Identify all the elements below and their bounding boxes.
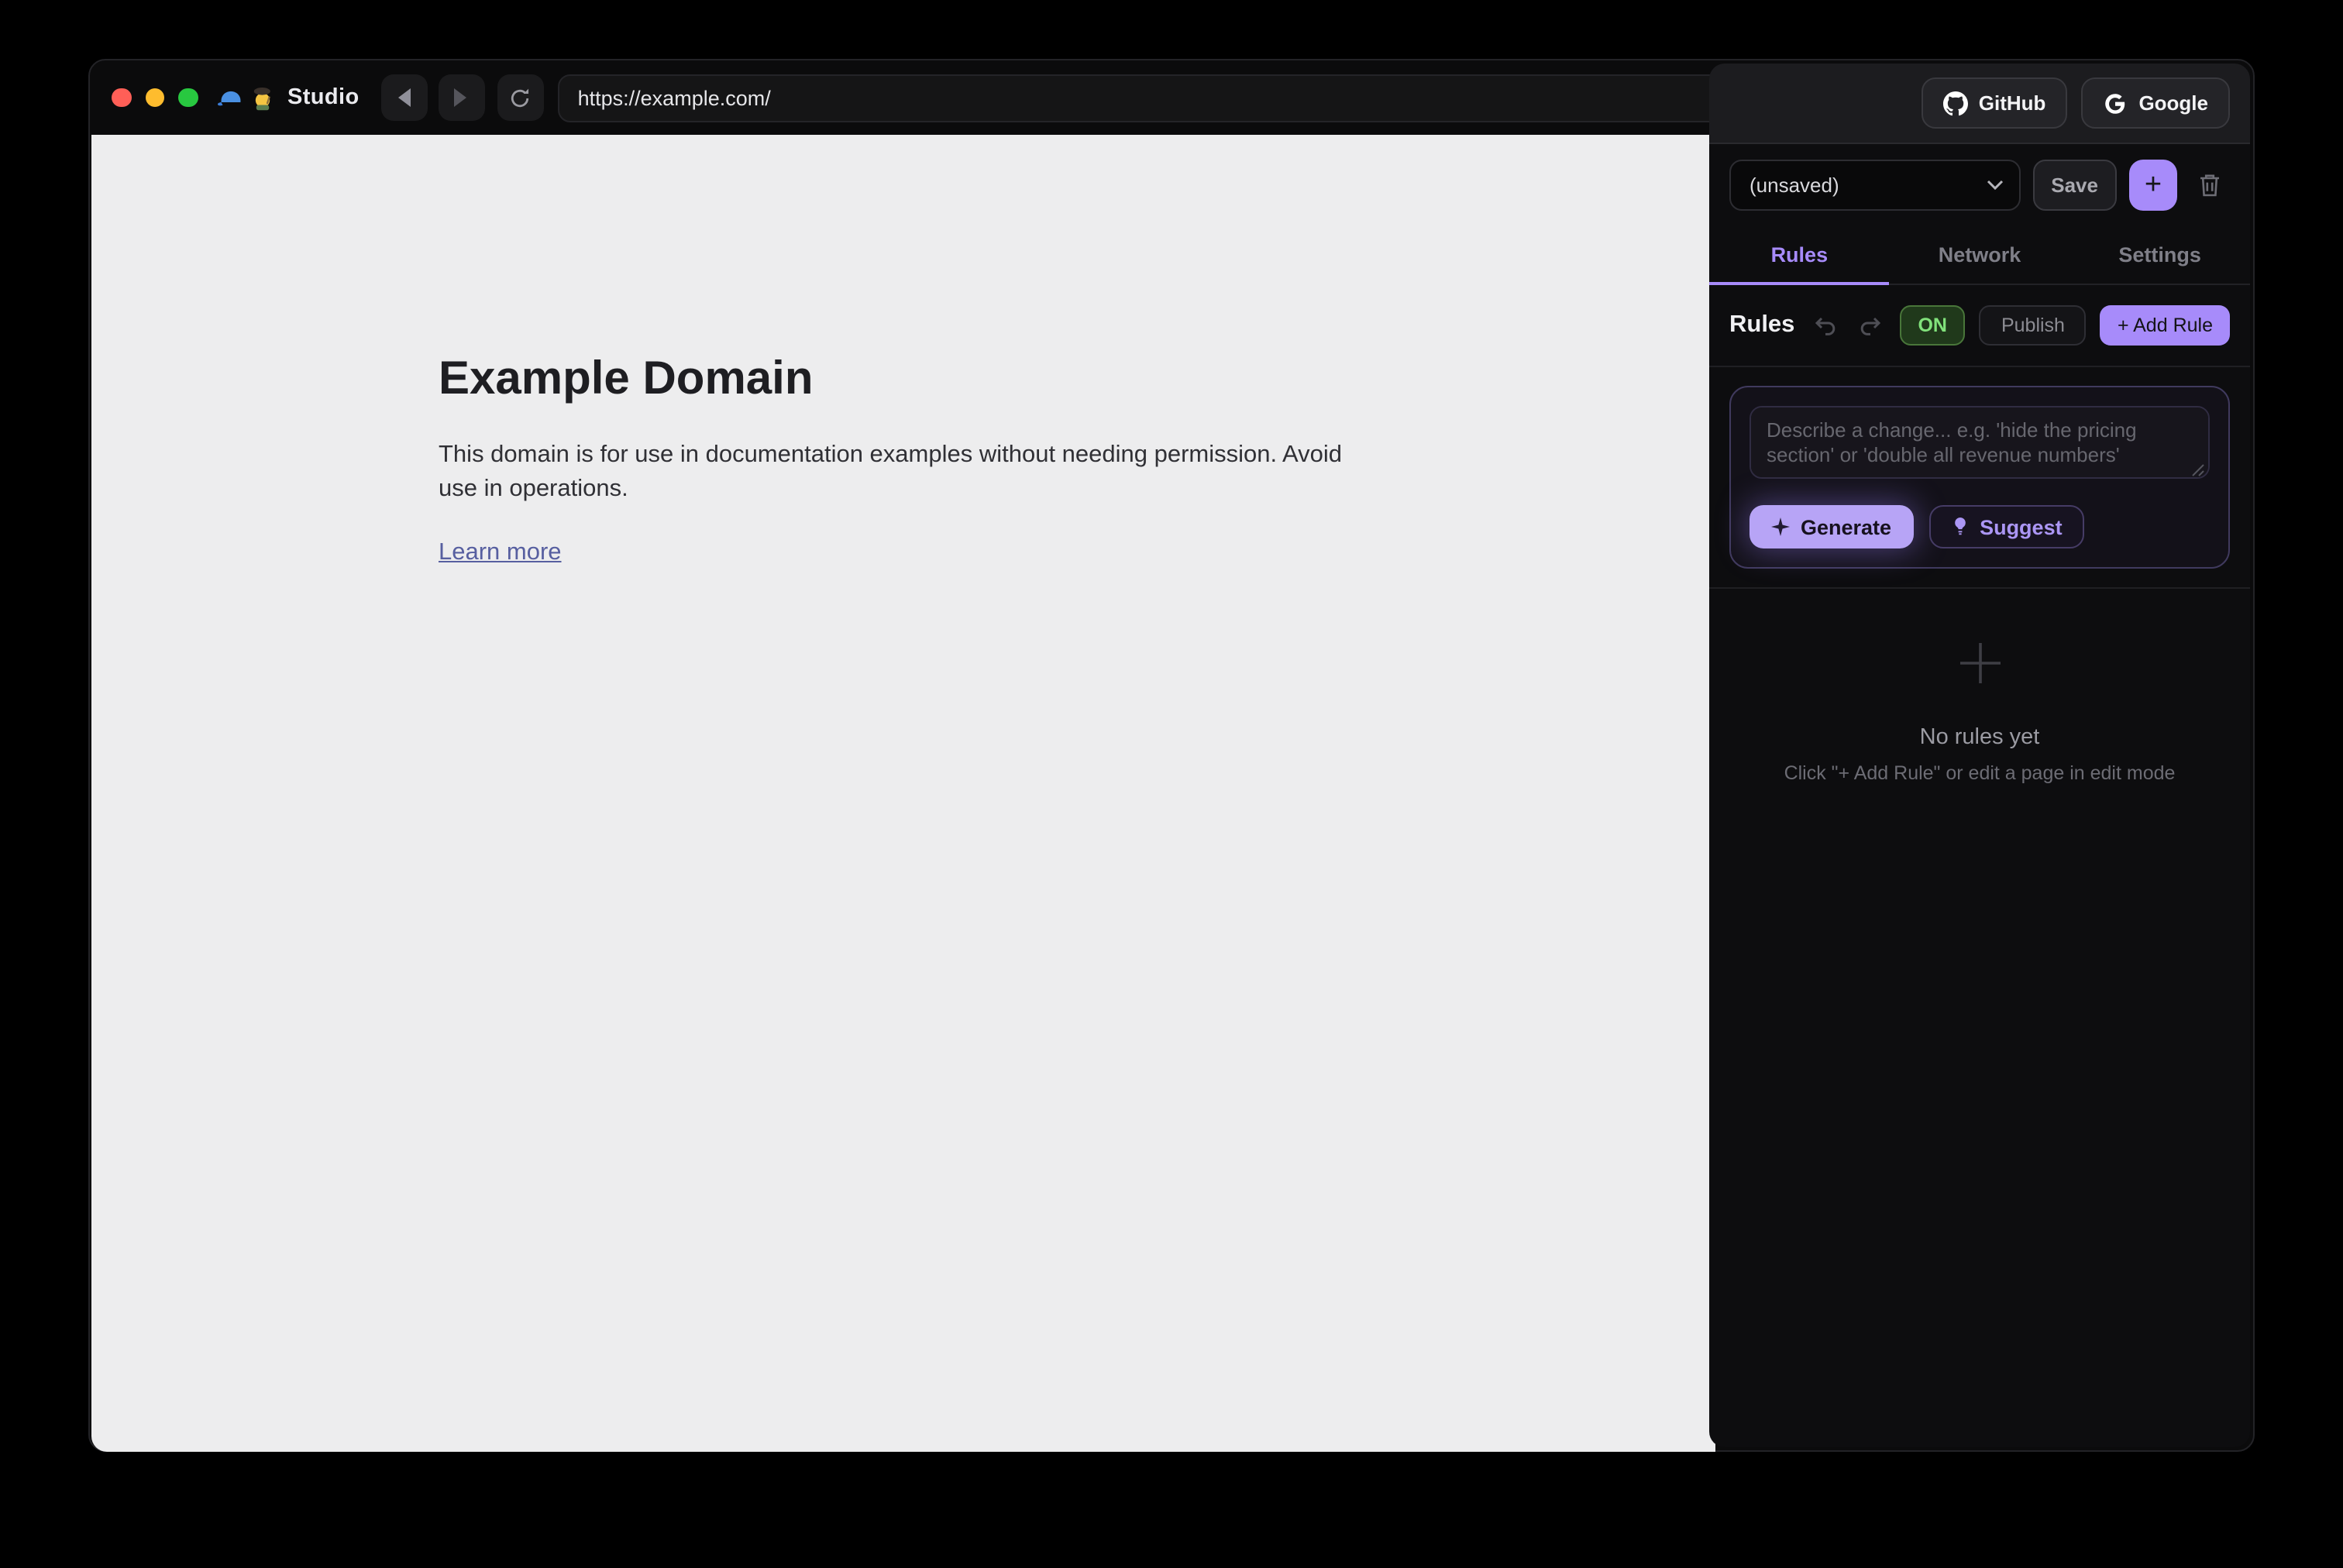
save-button[interactable]: Save [2032, 160, 2117, 211]
redo-button[interactable] [1854, 310, 1885, 341]
traffic-light-zoom[interactable] [178, 88, 198, 108]
empty-title: No rules yet [1709, 725, 2250, 750]
rules-title: Rules [1729, 311, 1794, 339]
back-button[interactable] [381, 74, 428, 121]
google-button-label: Google [2138, 91, 2208, 115]
rules-empty-state: No rules yet Click "+ Add Rule" or edit … [1709, 589, 2250, 784]
lightbulb-icon [1950, 516, 1969, 538]
add-profile-button[interactable]: + [2129, 160, 2177, 211]
add-rule-button[interactable]: + Add Rule [2100, 305, 2230, 346]
tab-rules[interactable]: Rules [1709, 229, 1890, 284]
app-window: Studio [88, 59, 2255, 1452]
chevron-down-icon [1986, 180, 2003, 191]
publish-button[interactable]: Publish [1980, 305, 2087, 346]
studio-sidebar: GitHub Google (unsaved) [1709, 64, 2250, 1447]
cap-emoji-icon [216, 85, 244, 110]
traffic-lights [108, 88, 198, 108]
ai-assist-box: Generate Suggest [1729, 386, 2230, 569]
generate-button[interactable]: Generate [1750, 505, 1913, 548]
url-text: https://example.com/ [578, 86, 771, 109]
sidebar-tabs: Rules Network Settings [1709, 229, 2250, 285]
delete-profile-button[interactable] [2190, 172, 2230, 198]
app-identity: Studio [216, 84, 360, 111]
divider [1709, 366, 2250, 367]
example-page: Example Domain This domain is for use in… [439, 353, 1368, 567]
forward-icon [453, 87, 470, 108]
tab-network[interactable]: Network [1890, 229, 2070, 284]
generate-button-label: Generate [1801, 515, 1891, 538]
profile-select-value: (unsaved) [1750, 174, 1839, 197]
suggest-button[interactable]: Suggest [1928, 505, 2084, 548]
tab-settings[interactable]: Settings [2069, 229, 2250, 284]
app-title: Studio [287, 85, 360, 110]
resize-handle-icon[interactable] [2191, 463, 2205, 477]
back-icon [396, 87, 413, 108]
empty-caption: Click "+ Add Rule" or edit a page in edi… [1709, 762, 2250, 784]
ai-prompt-textarea[interactable] [1750, 406, 2210, 479]
redo-icon [1857, 314, 1882, 337]
github-button-label: GitHub [1979, 91, 2046, 115]
forward-button[interactable] [439, 74, 485, 121]
sidebar-auth-header: GitHub Google [1709, 64, 2250, 144]
undo-button[interactable] [1809, 310, 1840, 341]
sparkle-icon [1771, 518, 1790, 536]
page-heading: Example Domain [439, 353, 1368, 406]
rules-header: Rules [1709, 285, 2250, 366]
reload-button[interactable] [497, 74, 544, 121]
artist-emoji-icon [249, 84, 275, 111]
github-icon [1943, 91, 1968, 115]
empty-plus-icon [1956, 640, 2003, 686]
github-button[interactable]: GitHub [1922, 77, 2068, 129]
profile-select[interactable]: (unsaved) [1729, 160, 2020, 211]
traffic-light-minimize[interactable] [145, 88, 164, 108]
browser-viewport: Example Domain This domain is for use in… [91, 135, 1715, 1452]
profile-row: (unsaved) Save + [1709, 144, 2250, 226]
trash-icon [2197, 172, 2222, 198]
suggest-button-label: Suggest [1980, 515, 2063, 538]
undo-icon [1812, 314, 1837, 337]
traffic-light-close[interactable] [112, 88, 131, 108]
page-paragraph: This domain is for use in documentation … [439, 438, 1368, 507]
learn-more-link[interactable]: Learn more [439, 539, 562, 567]
google-icon [2103, 91, 2128, 115]
google-button[interactable]: Google [2081, 77, 2230, 129]
reload-icon [509, 86, 532, 109]
rules-on-toggle[interactable]: ON [1899, 305, 1966, 346]
